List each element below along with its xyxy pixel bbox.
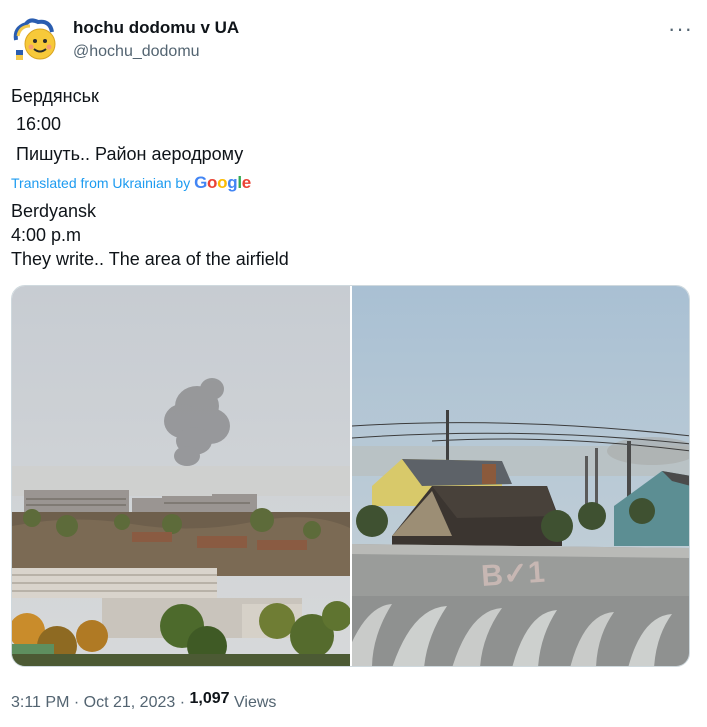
google-logo: Google <box>194 173 251 192</box>
more-horizontal-icon[interactable]: ··· <box>668 16 693 42</box>
photo-smoke-rooftops[interactable]: B✓1 <box>342 286 689 666</box>
avatar[interactable] <box>10 14 60 64</box>
tweet-translated-line: 4:00 p.m <box>11 225 82 245</box>
author-handle[interactable]: @hochu_dodomu <box>73 43 200 61</box>
tweet-metadata: 3:11 PM · Oct 21, 2023 · 1,097 Views <box>11 690 277 712</box>
roof-graffiti: B✓1 <box>480 556 546 593</box>
meta-separator: · <box>179 694 186 711</box>
tweet-date[interactable]: Oct 21, 2023 <box>84 694 176 711</box>
avatar-emoji-icon <box>10 14 60 64</box>
views-count: 1,097 <box>189 690 230 707</box>
views-label: Views <box>234 694 277 711</box>
tweet-time[interactable]: 3:11 PM <box>11 694 69 711</box>
photo-smoke-city[interactable] <box>12 286 352 666</box>
meta-separator: · <box>73 694 80 711</box>
translation-attribution[interactable]: Translated from Ukrainian by Google <box>11 173 251 193</box>
author-display-name[interactable]: hochu dodomu v UA <box>73 18 239 38</box>
media-grid: B✓1 <box>11 285 690 667</box>
tweet-original-line: Пишуть.. Район аеродрому <box>11 144 244 164</box>
tweet-translated-line: They write.. The area of the airfield <box>11 249 289 269</box>
tweet-translated-line: Berdyansk <box>11 201 97 221</box>
tweet-original-line: 16:00 <box>11 114 62 134</box>
tweet-original-line: Бердянськ <box>11 86 99 106</box>
translation-label: Translated from Ukrainian by <box>11 175 191 191</box>
